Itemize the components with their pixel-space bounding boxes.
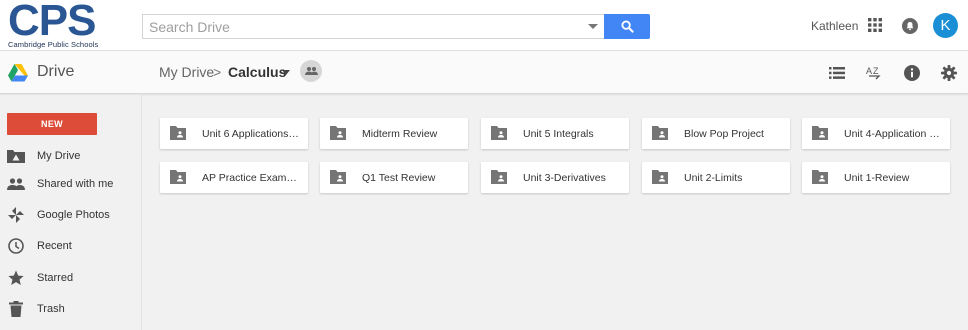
folder-name: Q1 Test Review — [362, 171, 436, 184]
folder-name: Unit 1-Review — [844, 171, 910, 184]
folder-card[interactable]: Unit 5 Integrals — [481, 118, 629, 149]
trash-icon — [7, 300, 25, 318]
svg-text:A: A — [866, 66, 872, 76]
sidebar-item-label: Starred — [37, 272, 74, 284]
shared-folder-icon — [330, 170, 346, 184]
folder-card[interactable]: AP Practice Exams-... — [160, 162, 308, 193]
drive-toolbar: Drive My Drive > Calculus A Z — [0, 51, 968, 94]
folder-card[interactable]: Q1 Test Review — [320, 162, 468, 193]
clock-icon — [7, 237, 25, 255]
sidebar-item-starred[interactable]: Starred — [0, 265, 142, 291]
search-options-dropdown-icon[interactable] — [588, 24, 598, 29]
svg-text:Z: Z — [873, 66, 879, 76]
sidebar-item-recent[interactable]: Recent — [0, 233, 142, 259]
shared-folder-badge[interactable] — [300, 60, 322, 82]
shared-folder-icon — [330, 126, 346, 140]
logo-subtitle: Cambridge Public Schools — [8, 40, 99, 49]
breadcrumb-current-folder[interactable]: Calculus — [228, 64, 286, 80]
shared-folder-icon — [170, 170, 186, 184]
pinwheel-icon — [7, 206, 25, 224]
sort-az-icon: A Z — [866, 66, 881, 80]
top-header: CPS Cambridge Public Schools Kathleen K — [0, 0, 968, 51]
settings-button[interactable] — [940, 64, 958, 82]
list-view-button[interactable] — [828, 64, 846, 82]
shared-folder-icon — [491, 170, 507, 184]
logo-mark: CPS — [8, 0, 96, 45]
gear-icon — [941, 65, 957, 81]
folder-name: Blow Pop Project — [684, 127, 764, 140]
cps-logo[interactable]: CPS Cambridge Public Schools — [8, 0, 118, 49]
folder-name: Unit 2-Limits — [684, 171, 743, 184]
folder-name: Unit 5 Integrals — [523, 127, 594, 140]
search-box — [142, 14, 604, 39]
info-button[interactable] — [903, 64, 921, 82]
apps-grid-icon[interactable] — [868, 18, 882, 32]
folder-name: Midterm Review — [362, 127, 438, 140]
people-icon — [304, 67, 318, 75]
shared-folder-icon — [812, 126, 828, 140]
sidebar-item-google-photos[interactable]: Google Photos — [0, 202, 142, 228]
folder-menu-caret-icon[interactable] — [282, 70, 290, 75]
shared-folder-icon — [652, 126, 668, 140]
shared-folder-icon — [652, 170, 668, 184]
folder-card[interactable]: Blow Pop Project — [642, 118, 790, 149]
list-view-icon — [829, 67, 845, 79]
shared-folder-icon — [491, 126, 507, 140]
sidebar-item-trash[interactable]: Trash — [0, 296, 142, 322]
people-icon — [7, 175, 25, 193]
sidebar: NEW My Drive Shared with me Google Photo… — [0, 95, 142, 330]
notifications-bell-icon[interactable] — [902, 18, 918, 34]
folder-name: Unit 4-Application o... — [844, 127, 942, 140]
sidebar-item-my-drive[interactable]: My Drive — [0, 143, 142, 169]
search-input[interactable] — [143, 15, 573, 38]
sidebar-item-label: My Drive — [37, 150, 81, 162]
search-icon — [620, 20, 634, 33]
folder-card[interactable]: Unit 4-Application o... — [802, 118, 950, 149]
folder-card[interactable]: Unit 6 Applications ... — [160, 118, 308, 149]
sidebar-item-label: Shared with me — [37, 178, 114, 190]
user-name[interactable]: Kathleen — [811, 19, 858, 33]
shared-folder-icon — [170, 126, 186, 140]
folder-name: Unit 3-Derivatives — [523, 171, 606, 184]
sidebar-item-shared-with-me[interactable]: Shared with me — [0, 171, 142, 197]
star-icon — [7, 269, 25, 287]
app-title[interactable]: Drive — [37, 63, 74, 81]
folder-name: Unit 6 Applications ... — [202, 127, 300, 140]
breadcrumb-separator: > — [213, 64, 222, 80]
breadcrumb-my-drive[interactable]: My Drive — [159, 64, 214, 80]
bell-glyph-icon — [906, 22, 914, 31]
google-drive-logo-icon[interactable] — [8, 64, 28, 82]
my-drive-icon — [7, 147, 25, 165]
sidebar-item-label: Recent — [37, 240, 72, 252]
info-icon — [904, 65, 920, 81]
sidebar-item-label: Google Photos — [37, 209, 110, 221]
search-button[interactable] — [604, 14, 650, 39]
folder-card[interactable]: Unit 3-Derivatives — [481, 162, 629, 193]
folder-card[interactable]: Unit 2-Limits — [642, 162, 790, 193]
sidebar-item-label: Trash — [37, 303, 65, 315]
new-button[interactable]: NEW — [7, 113, 97, 135]
sort-button[interactable]: A Z — [865, 64, 883, 82]
folder-name: AP Practice Exams-... — [202, 171, 300, 184]
shared-folder-icon — [812, 170, 828, 184]
folder-card[interactable]: Midterm Review — [320, 118, 468, 149]
avatar[interactable]: K — [933, 13, 958, 38]
folder-card[interactable]: Unit 1-Review — [802, 162, 950, 193]
